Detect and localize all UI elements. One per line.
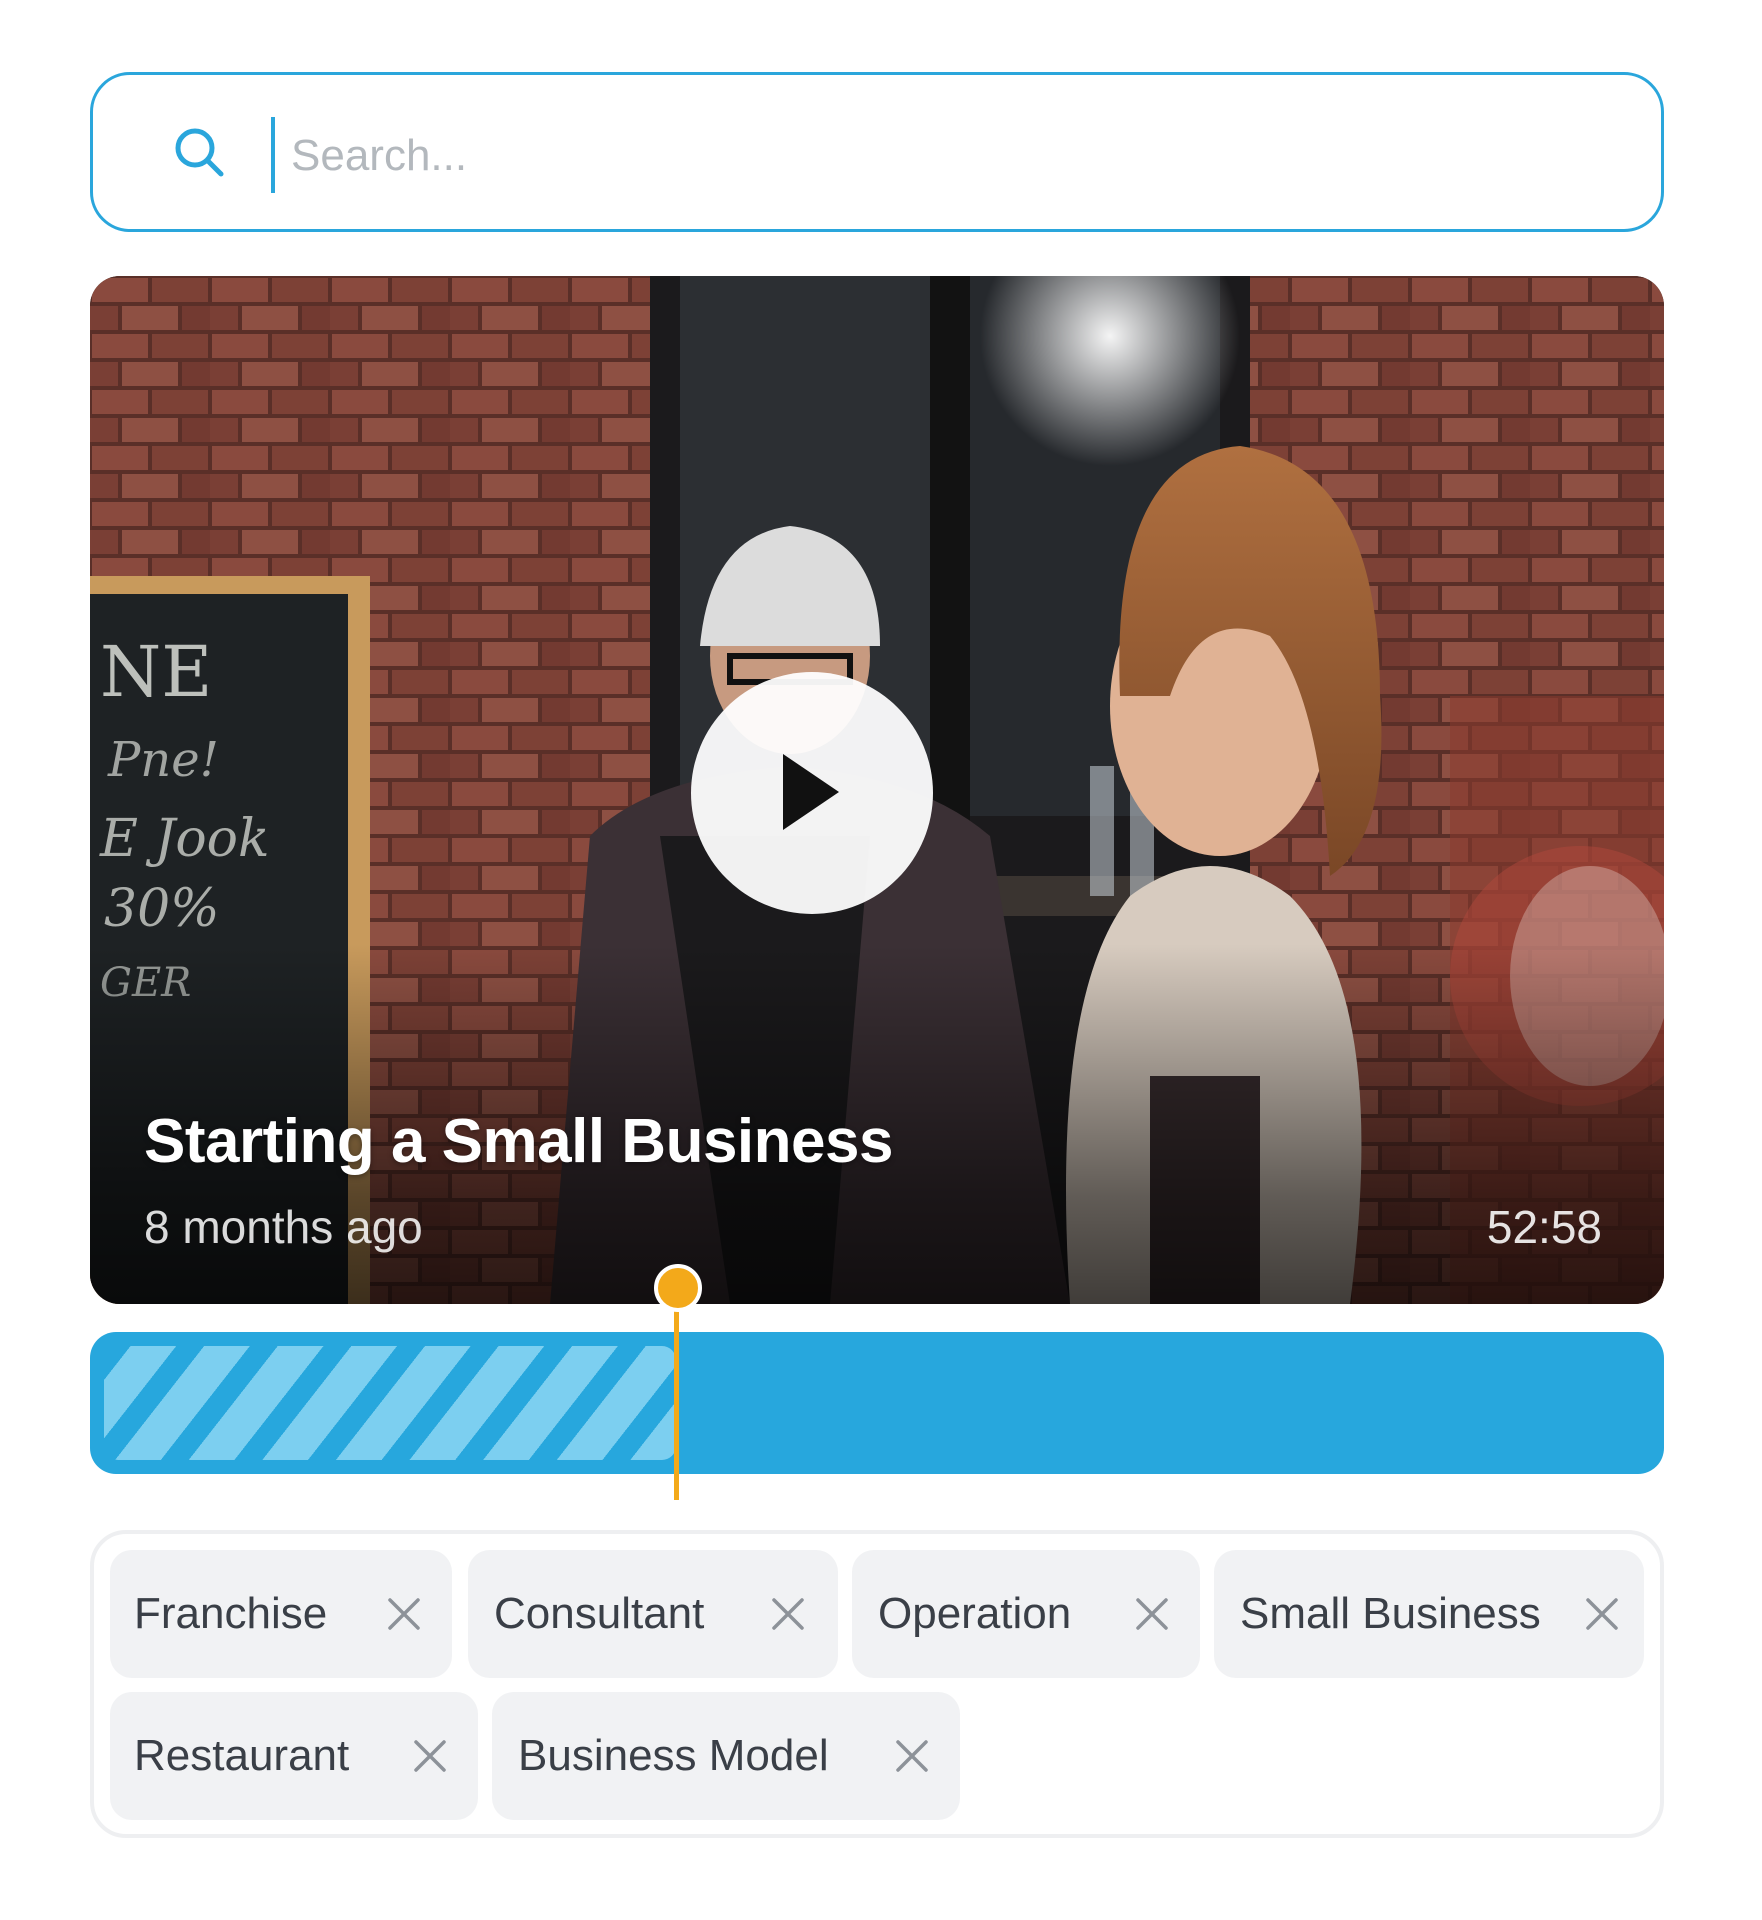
tag-chip-operation[interactable]: Operation: [852, 1550, 1200, 1678]
video-title: Starting a Small Business: [144, 1107, 893, 1176]
tag-chip-consultant[interactable]: Consultant: [468, 1550, 838, 1678]
progress-played-segment: [104, 1346, 676, 1460]
search-bar[interactable]: [90, 72, 1664, 232]
play-icon: [783, 754, 839, 830]
tag-chip-business-model[interactable]: Business Model: [492, 1692, 960, 1820]
tag-chip-restaurant[interactable]: Restaurant: [110, 1692, 478, 1820]
text-caret: [271, 117, 275, 193]
svg-text:E Jook: E Jook: [99, 809, 269, 869]
playhead-handle[interactable]: [654, 1264, 702, 1312]
close-icon[interactable]: [410, 1736, 450, 1776]
svg-text:Pne!: Pne!: [107, 732, 219, 788]
close-icon[interactable]: [384, 1594, 424, 1634]
svg-text:30%: 30%: [104, 879, 220, 939]
search-input[interactable]: [289, 105, 1613, 207]
close-icon[interactable]: [768, 1594, 808, 1634]
tag-label: Small Business: [1240, 1589, 1541, 1638]
close-icon[interactable]: [892, 1736, 932, 1776]
close-icon[interactable]: [1132, 1594, 1172, 1634]
tag-label: Restaurant: [134, 1731, 350, 1780]
close-icon[interactable]: [1582, 1594, 1622, 1634]
svg-text:NE: NE: [100, 631, 212, 713]
tag-label: Operation: [878, 1589, 1072, 1638]
play-button[interactable]: [691, 672, 933, 914]
tag-label: Franchise: [134, 1589, 328, 1638]
video-posted-time: 8 months ago: [144, 1201, 423, 1253]
tag-chip-small-business[interactable]: Small Business: [1214, 1550, 1644, 1678]
video-progress-bar[interactable]: [90, 1332, 1664, 1474]
search-icon: [175, 128, 224, 177]
video-card[interactable]: NE Pne! E Jook 30% GER Starting a Small …: [90, 276, 1664, 1304]
playhead-line: [674, 1286, 679, 1500]
tag-chip-franchise[interactable]: Franchise: [110, 1550, 452, 1678]
tag-label: Business Model: [518, 1731, 829, 1780]
video-duration: 52:58: [1486, 1201, 1602, 1253]
tag-list: Franchise Consultant Operation Small Bus…: [90, 1530, 1664, 1838]
tag-label: Consultant: [494, 1589, 705, 1638]
